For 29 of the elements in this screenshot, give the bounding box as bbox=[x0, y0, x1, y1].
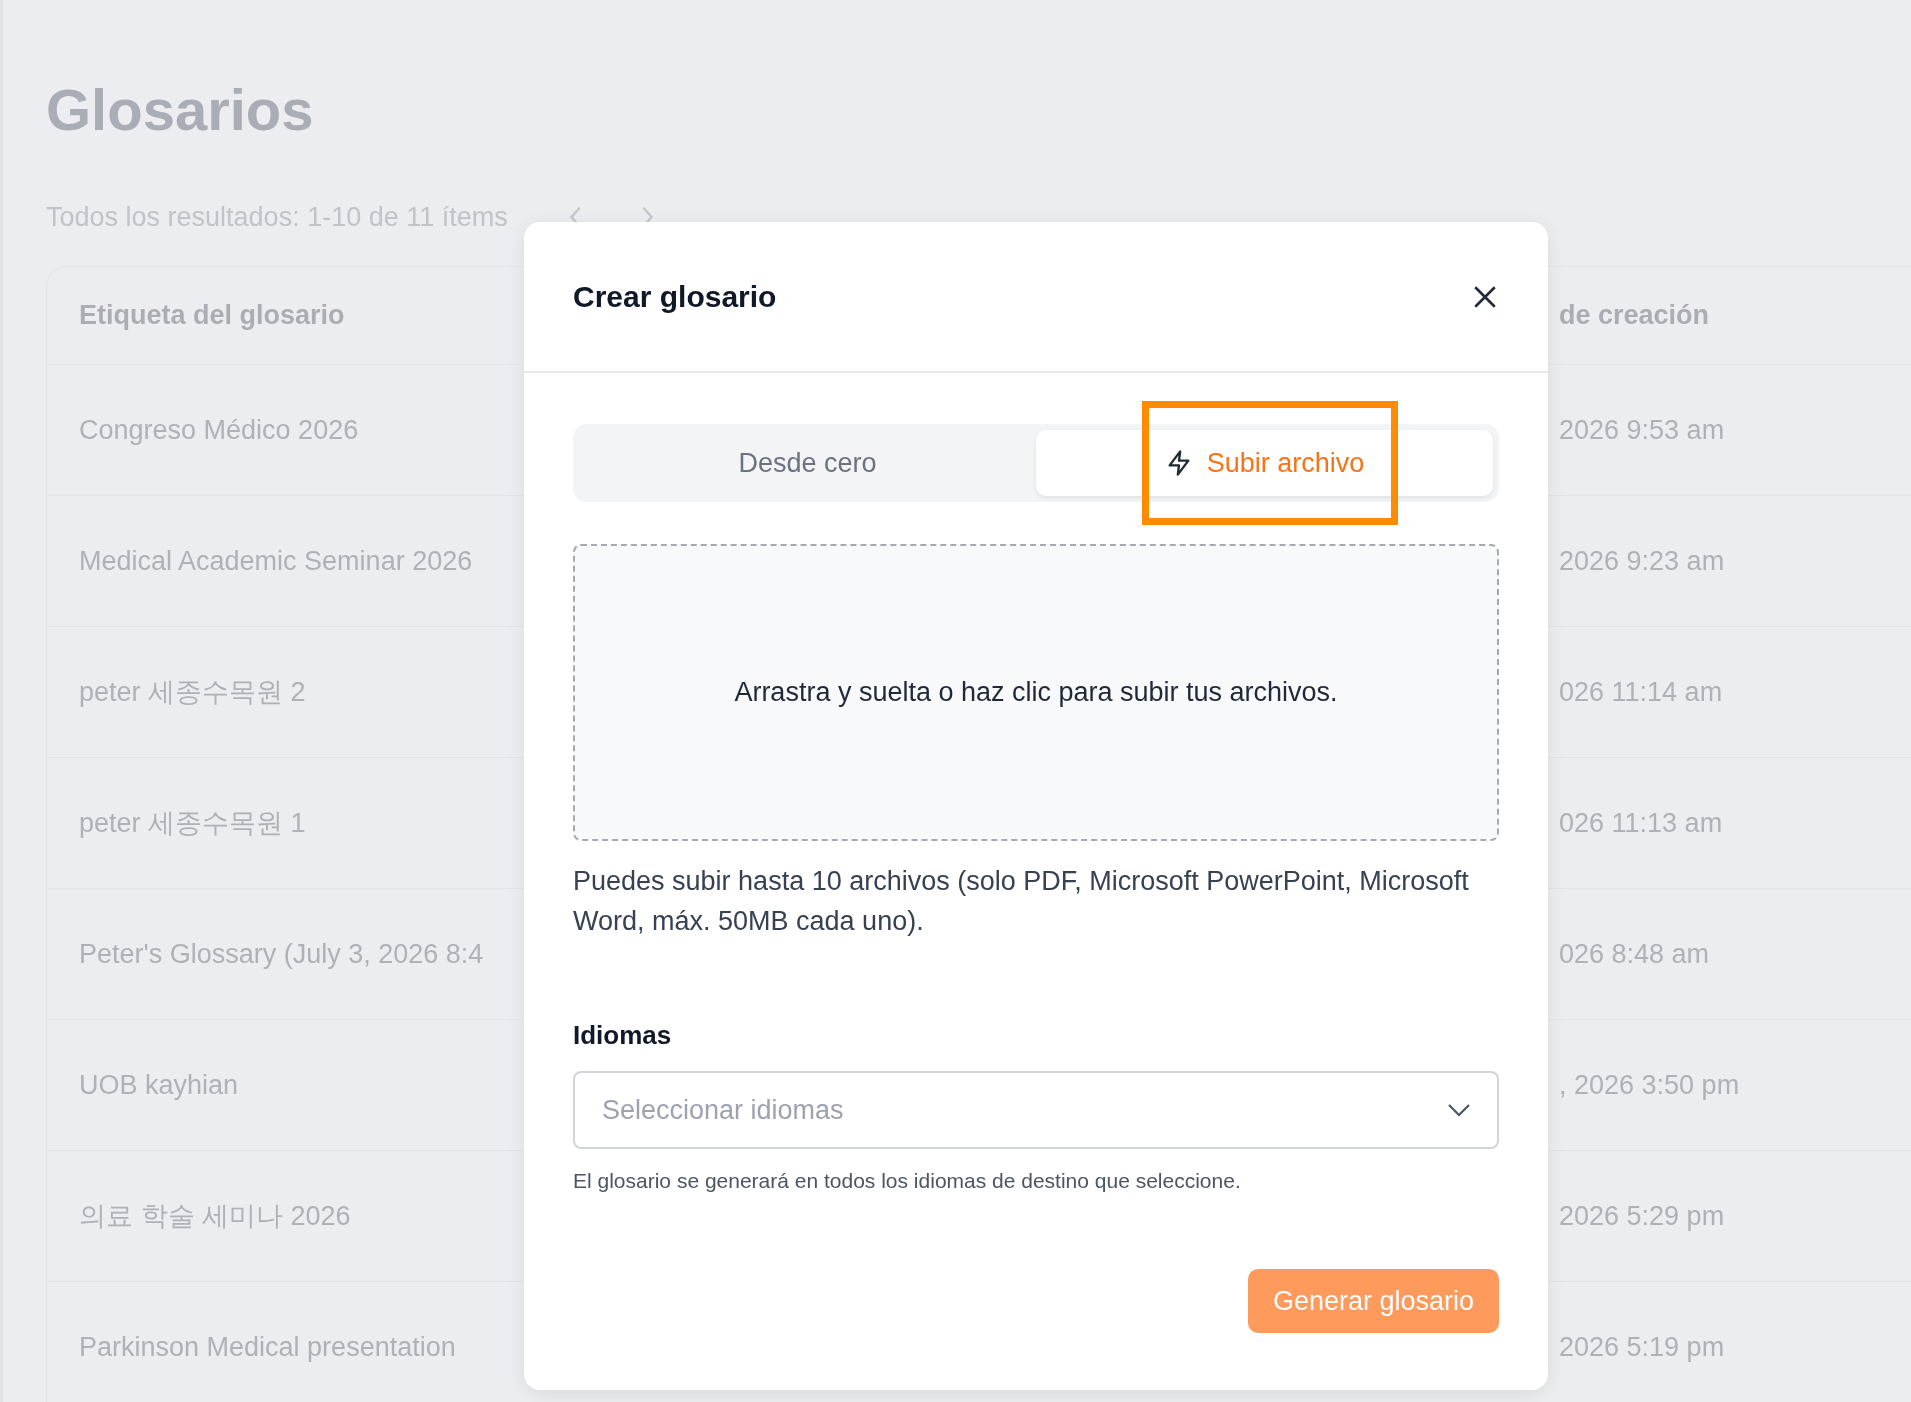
column-header: Etiqueta del glosario bbox=[79, 300, 345, 330]
table-cell: 026 11:14 am bbox=[1559, 676, 1723, 708]
table-cell: 의료 학술 세미나 2026 bbox=[79, 1201, 351, 1231]
table-cell: Medical Academic Seminar 2026 bbox=[79, 545, 473, 576]
table-cell: peter 세종수목원 1 bbox=[79, 808, 306, 838]
field-hint: El glosario se generará en todos los idiomas de destino que seleccione. bbox=[573, 1169, 1242, 1193]
table-cell: 2026 5:19 pm bbox=[1559, 1331, 1725, 1363]
tab[interactable]: Subir archivo bbox=[1036, 430, 1493, 496]
table-cell: 2026 9:23 am bbox=[1559, 545, 1725, 577]
table-cell: 2026 5:29 pm bbox=[1559, 1200, 1725, 1232]
table-cell: 026 8:48 am bbox=[1559, 938, 1710, 970]
column-header: de creación bbox=[1559, 300, 1710, 331]
field-label: Idiomas bbox=[573, 1020, 673, 1051]
table-cell: , 2026 3:50 pm bbox=[1559, 1069, 1740, 1101]
page-title: Glosarios bbox=[46, 76, 315, 144]
table-cell: UOB kayhian bbox=[79, 1069, 239, 1100]
table-cell: Peter's Glossary (July 3, 2026 8:4 bbox=[79, 938, 484, 969]
language-select[interactable]: Seleccionar idiomas bbox=[573, 1071, 1499, 1149]
table-cell: Parkinson Medical presentation bbox=[79, 1331, 456, 1362]
file-dropzone[interactable]: Arrastra y suelta o haz clic para subir tus archivos. bbox=[573, 544, 1499, 841]
table-cell: 2026 9:53 am bbox=[1559, 414, 1725, 446]
upload-help-text: Puedes subir hasta 10 archivos (solo PDF, Microsoft PowerPoint, Microsoft Word, máx. 50MB cada uno). bbox=[573, 865, 1470, 938]
table-cell: peter 세종수목원 2 bbox=[79, 677, 306, 707]
table-cell: 026 11:13 am bbox=[1559, 807, 1723, 839]
generate-button[interactable]: Generar glosario bbox=[1248, 1269, 1499, 1333]
table-cell: Congreso Médico 2026 bbox=[79, 414, 359, 445]
chevron-down-icon bbox=[1447, 1103, 1471, 1117]
dialog-title: Crear glosario bbox=[573, 279, 777, 314]
tab[interactable]: Desde cero bbox=[579, 430, 1036, 496]
